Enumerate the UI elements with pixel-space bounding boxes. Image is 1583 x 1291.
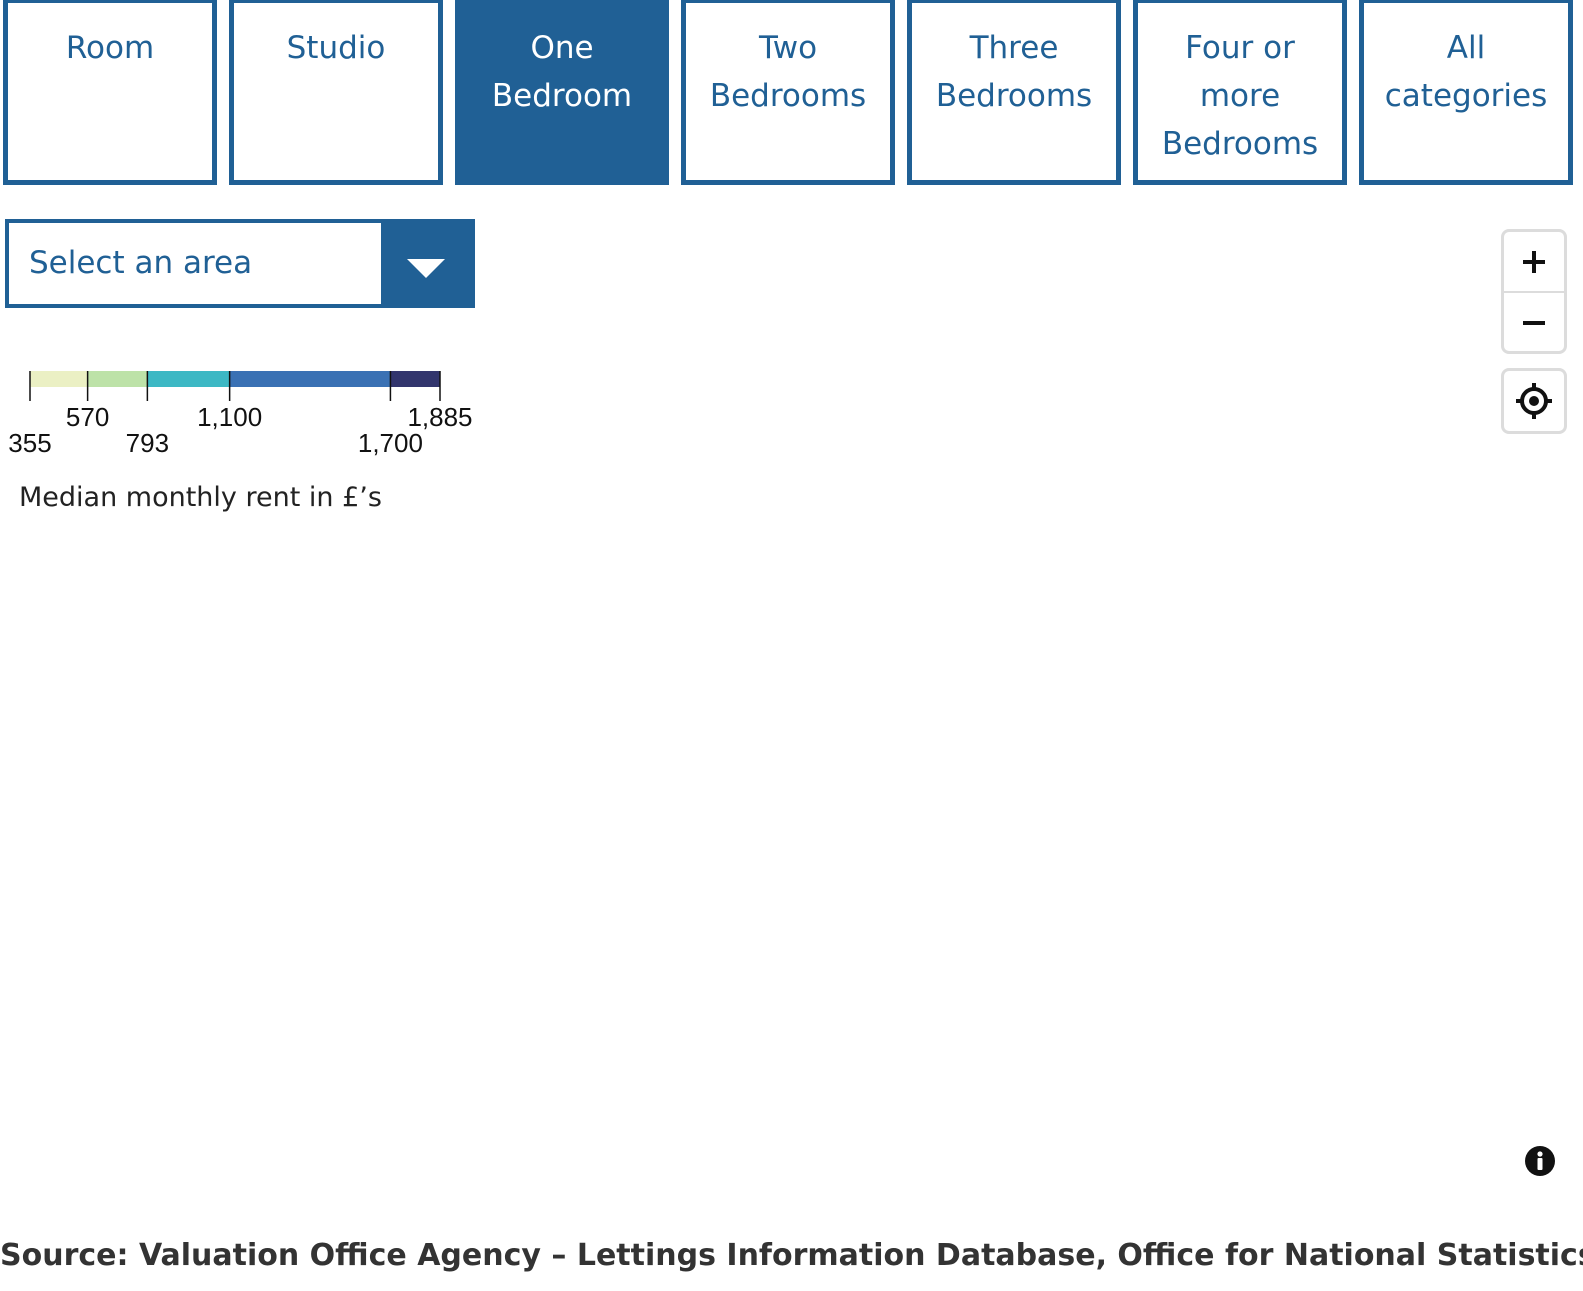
zoom-control	[1501, 229, 1567, 354]
crosshair-icon	[1516, 383, 1552, 419]
legend-tick-label: 570	[66, 402, 109, 432]
zoom-in-button[interactable]	[1504, 232, 1564, 291]
tab-studio[interactable]: Studio	[229, 0, 443, 185]
chevron-down-icon	[407, 259, 445, 278]
bedroom-category-tabs: Room Studio One Bedroom Two Bedrooms Thr…	[3, 0, 1579, 185]
legend-swatch	[147, 371, 230, 387]
legend-swatch	[87, 371, 148, 387]
area-select-label: Select an area	[29, 245, 253, 281]
legend-swatch	[30, 371, 88, 387]
legend-caption: Median monthly rent in £’s	[19, 482, 382, 513]
locate-me-button[interactable]	[1501, 368, 1567, 434]
area-select-toggle[interactable]	[381, 223, 471, 304]
plus-icon	[1523, 250, 1545, 273]
source-note: Source: Valuation Office Agency – Lettin…	[0, 1238, 1583, 1273]
legend-tick-label: 1,100	[197, 402, 262, 432]
tab-three-bedrooms[interactable]: Three Bedrooms	[907, 0, 1121, 185]
legend-scale: 355 570 793 1,100 1,7001,885	[8, 371, 473, 458]
legend-tick-label: 355	[8, 428, 51, 458]
tab-room[interactable]: Room	[3, 0, 217, 185]
info-button[interactable]	[1524, 1145, 1556, 1177]
area-select-dropdown[interactable]: Select an area	[5, 219, 475, 308]
legend-tick-label: 793	[126, 428, 169, 458]
map-controls	[1501, 229, 1567, 434]
legend-tick-label: 1,700	[358, 428, 423, 458]
legend-swatch	[390, 371, 440, 387]
info-icon	[1525, 1146, 1555, 1176]
tab-all-categories[interactable]: All categories	[1359, 0, 1573, 185]
legend-swatch	[229, 371, 391, 387]
tab-two-bedrooms[interactable]: Two Bedrooms	[681, 0, 895, 185]
legend-tick-label: 1,885	[407, 402, 472, 432]
tab-four-or-more-bedrooms[interactable]: Four or more Bedrooms	[1133, 0, 1347, 185]
rent-legend: 355 570 793 1,100 1,700 1,885	[0, 360, 500, 470]
minus-icon	[1523, 320, 1545, 325]
tab-one-bedroom[interactable]: One Bedroom	[455, 0, 669, 185]
zoom-out-button[interactable]	[1504, 291, 1564, 351]
